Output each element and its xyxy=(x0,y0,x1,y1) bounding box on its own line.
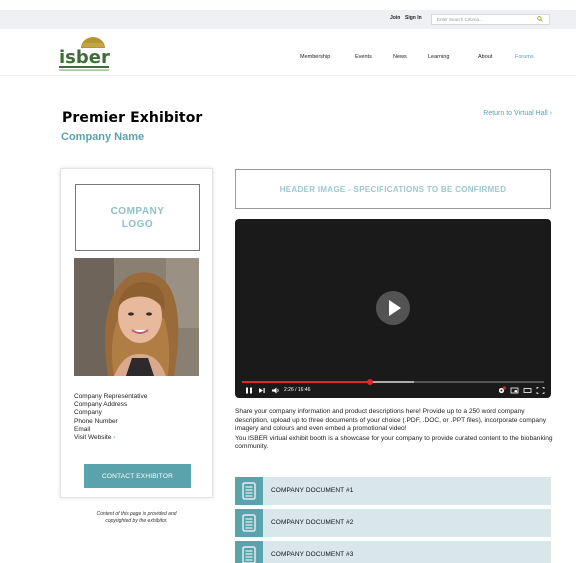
sign-in-link[interactable]: Sign In xyxy=(405,15,422,21)
company-contact-info: Company Representative Company Address C… xyxy=(74,393,147,442)
video-progress-bar[interactable] xyxy=(242,379,544,385)
document-icon xyxy=(235,477,263,505)
return-to-virtual-hall-link[interactable]: Return to Virtual Hall › xyxy=(483,110,552,117)
logo-wordmark: isber xyxy=(59,47,110,68)
phone-text: Phone Number xyxy=(74,417,118,425)
search-icon[interactable] xyxy=(537,16,543,22)
email-text: Email xyxy=(74,425,91,433)
description-paragraph-1: Share your company information and produ… xyxy=(235,408,547,432)
isber-logo[interactable]: isber xyxy=(59,36,113,74)
copyright-footnote: Content of this page is provided and cop… xyxy=(96,511,177,524)
company-name-heading: Company Name xyxy=(61,131,145,143)
exhibitor-card: COMPANY LOGO Company Representative Comp… xyxy=(60,168,213,498)
nav-forums[interactable]: Forums xyxy=(515,54,534,60)
played-bar xyxy=(242,381,371,383)
video-player[interactable]: 2:26 / 16:46 xyxy=(235,219,551,398)
company-description: Share your company information and produ… xyxy=(235,408,553,452)
representative-text: Company Representative xyxy=(74,393,148,400)
nav-about[interactable]: About xyxy=(478,54,492,60)
document-label: COMPANY DOCUMENT #2 xyxy=(271,519,354,526)
fullscreen-icon[interactable] xyxy=(536,386,545,395)
utility-bar: Join Sign In Enter Search Criteria... xyxy=(0,10,576,29)
document-icon xyxy=(235,541,263,563)
next-icon[interactable] xyxy=(258,386,266,395)
nav-learning[interactable]: Learning xyxy=(428,54,449,60)
nav-membership[interactable]: Membership xyxy=(300,54,330,60)
document-item-1[interactable]: COMPANY DOCUMENT #1 xyxy=(235,477,551,505)
header-image-label: HEADER IMAGE - SPECIFICATIONS TO BE CONF… xyxy=(279,184,507,194)
visit-website-link[interactable]: Visit Website › xyxy=(74,434,147,442)
progress-handle[interactable] xyxy=(367,379,374,385)
document-label: COMPANY DOCUMENT #3 xyxy=(271,551,354,558)
company-logo-text: COMPANY LOGO xyxy=(110,205,165,230)
search-placeholder: Enter Search Criteria... xyxy=(437,17,483,22)
contact-exhibitor-button[interactable]: CONTACT EXHIBITOR xyxy=(84,464,191,488)
page-title: Premier Exhibitor xyxy=(62,110,203,126)
document-icon xyxy=(235,509,263,537)
document-item-2[interactable]: COMPANY DOCUMENT #2 xyxy=(235,509,551,537)
site-header: isber Membership Events News Learning Ab… xyxy=(0,29,576,76)
search-input[interactable]: Enter Search Criteria... xyxy=(431,14,550,25)
volume-icon[interactable] xyxy=(271,386,280,395)
representative-photo xyxy=(74,258,199,376)
play-icon[interactable] xyxy=(376,291,410,325)
visit-website-arrow: › xyxy=(113,434,116,442)
miniplayer-icon[interactable] xyxy=(510,386,519,395)
description-paragraph-2: You ISBER virtual exhibit booth is a sho… xyxy=(235,434,553,451)
company-logo-placeholder: COMPANY LOGO xyxy=(75,184,200,251)
join-link[interactable]: Join xyxy=(390,15,400,21)
settings-icon[interactable] xyxy=(497,386,506,395)
address-text: Company Address xyxy=(74,401,128,409)
document-item-3[interactable]: COMPANY DOCUMENT #3 xyxy=(235,541,551,563)
header-image-placeholder: HEADER IMAGE - SPECIFICATIONS TO BE CONF… xyxy=(235,169,551,209)
nav-news[interactable]: News xyxy=(393,54,407,60)
nav-events[interactable]: Events xyxy=(355,54,372,60)
company-text: Company xyxy=(74,409,102,417)
video-time: 2:26 / 16:46 xyxy=(284,387,311,393)
pause-icon[interactable] xyxy=(245,386,253,395)
visit-website-label: Visit Website xyxy=(74,434,112,442)
theater-icon[interactable] xyxy=(523,386,532,395)
document-label: COMPANY DOCUMENT #1 xyxy=(271,487,354,494)
